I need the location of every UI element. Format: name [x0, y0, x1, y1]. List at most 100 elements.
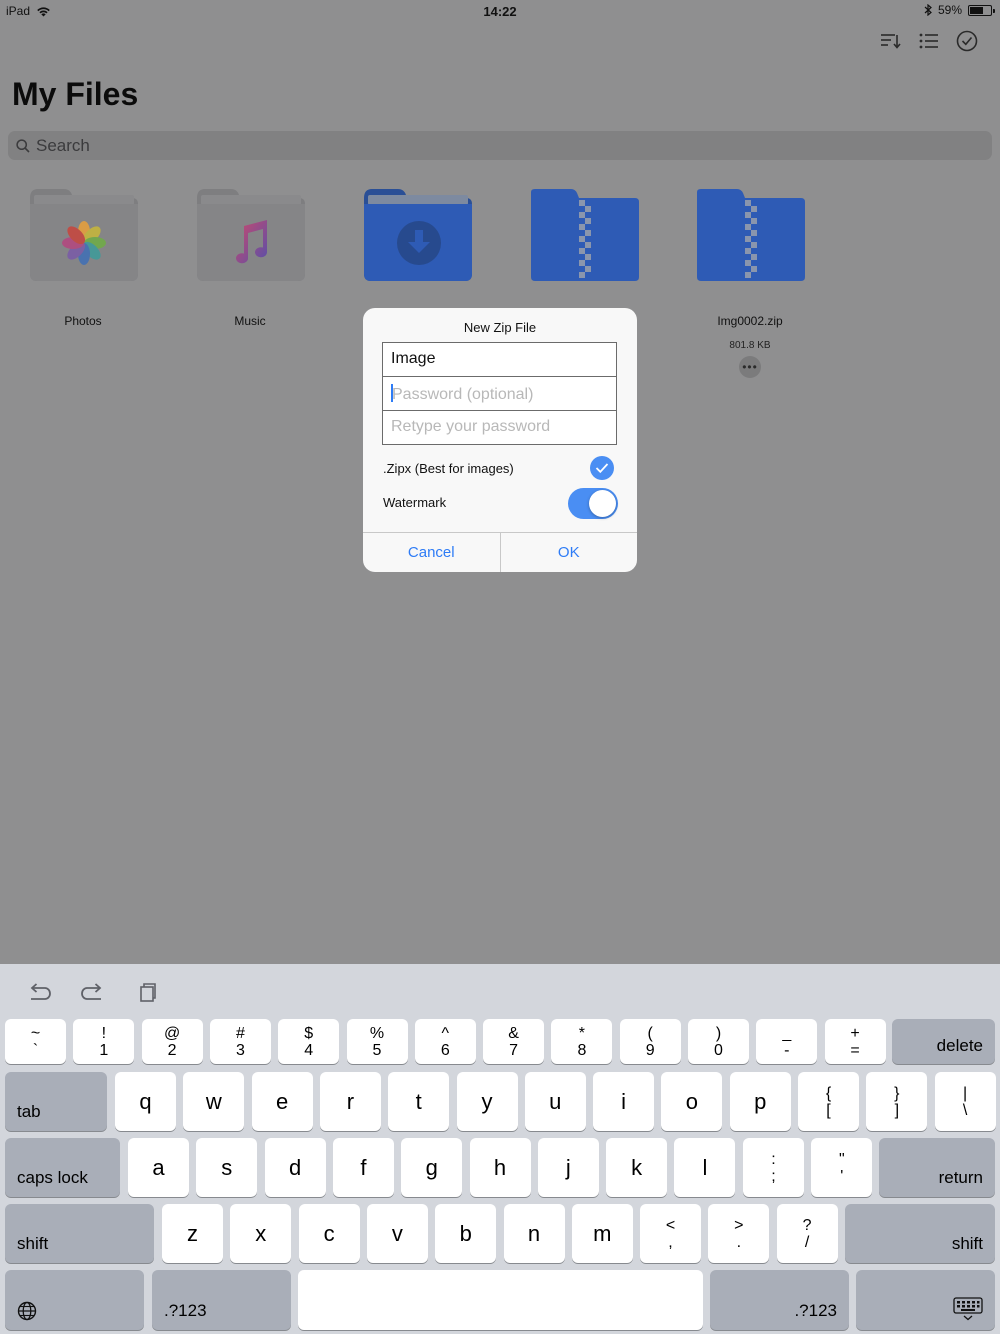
numbers-key-left[interactable]: .?123 — [152, 1270, 291, 1330]
more-options-button[interactable]: ••• — [739, 356, 761, 378]
zip-name-input[interactable]: Image — [382, 342, 617, 377]
ok-button[interactable]: OK — [499, 533, 638, 572]
retype-password-input[interactable]: Retype your password — [382, 410, 617, 445]
sort-button[interactable] — [880, 30, 902, 52]
key-y[interactable]: y — [456, 1072, 518, 1131]
key-x[interactable]: x — [230, 1204, 292, 1263]
key-a[interactable]: a — [128, 1138, 189, 1197]
key-j[interactable]: j — [537, 1138, 599, 1197]
key-n[interactable]: n — [503, 1204, 565, 1263]
toggle-knob — [589, 490, 616, 517]
file-item-downloads[interactable] — [357, 186, 477, 314]
key-8[interactable]: * 8 — [551, 1019, 613, 1064]
key-lower-glyph: ] — [894, 1101, 900, 1119]
key-o[interactable]: o — [661, 1072, 723, 1131]
shift-key-left[interactable]: shift — [5, 1204, 154, 1263]
folder-icon — [193, 186, 307, 282]
file-size: 801.8 KB — [729, 340, 771, 351]
key-punct-1[interactable]: " ' — [811, 1138, 873, 1197]
return-key[interactable]: return — [879, 1138, 995, 1197]
file-item-music[interactable]: Music — [190, 186, 310, 328]
key-1[interactable]: ! 1 — [73, 1019, 135, 1064]
key-lower-glyph: 7 — [509, 1041, 519, 1059]
key-p[interactable]: p — [729, 1072, 791, 1131]
page-title: My Files — [12, 76, 139, 112]
key-f[interactable]: f — [332, 1138, 394, 1197]
key-c[interactable]: c — [298, 1204, 360, 1263]
list-view-button[interactable] — [918, 30, 940, 52]
key-7[interactable]: & 7 — [483, 1019, 545, 1064]
zipx-option-label: .Zipx (Best for images) — [383, 461, 514, 476]
key-lower-glyph: 8 — [577, 1041, 587, 1059]
retype-placeholder: Retype your password — [391, 418, 551, 435]
key-sym-0[interactable]: {[ — [798, 1072, 859, 1131]
key-m[interactable]: m — [571, 1204, 633, 1263]
key-s[interactable]: s — [196, 1138, 258, 1197]
tab-key[interactable]: tab — [5, 1072, 107, 1131]
redo-button[interactable] — [80, 981, 106, 1003]
list-icon — [919, 33, 938, 49]
key-punct2-1[interactable]: >. — [708, 1204, 770, 1263]
key-4[interactable]: $4 — [278, 1019, 340, 1064]
key-6[interactable]: ^ 6 — [414, 1019, 476, 1064]
key-=[interactable]: + = — [824, 1019, 886, 1064]
key-e[interactable]: e — [251, 1072, 313, 1131]
key-0[interactable]: ) 0 — [688, 1019, 749, 1064]
key-punct2-2[interactable]: ? / — [776, 1204, 838, 1263]
shift-key-right[interactable]: shift — [845, 1204, 995, 1263]
key-sym-2[interactable]: | \ — [934, 1072, 996, 1131]
key-b[interactable]: b — [435, 1204, 497, 1263]
key-w[interactable]: w — [183, 1072, 245, 1131]
key-t[interactable]: t — [388, 1072, 450, 1131]
delete-key[interactable]: delete — [892, 1019, 995, 1064]
new-zip-dialog: New Zip File Image Password (optional) R… — [363, 308, 637, 572]
key-v[interactable]: v — [366, 1204, 428, 1263]
photos-app-icon — [62, 221, 106, 265]
key-`[interactable]: ~ ` — [5, 1019, 66, 1064]
key-2[interactable]: @2 — [141, 1019, 203, 1064]
file-name: Music — [234, 314, 266, 328]
cancel-button[interactable]: Cancel — [363, 533, 500, 572]
search-bar[interactable]: Search — [8, 131, 992, 160]
key-upper-glyph: | — [963, 1084, 968, 1102]
key-d[interactable]: d — [264, 1138, 326, 1197]
undo-button[interactable] — [26, 981, 52, 1003]
dismiss-keyboard-key[interactable] — [856, 1270, 995, 1330]
battery-percent: 59% — [937, 3, 962, 17]
key-upper-glyph: ( — [647, 1024, 653, 1042]
key-lower-glyph: 4 — [304, 1041, 314, 1059]
zipx-checkbox[interactable] — [590, 456, 614, 480]
key-punct2-0[interactable]: <, — [640, 1204, 701, 1263]
key-i[interactable]: i — [593, 1072, 655, 1131]
key-sym-1[interactable]: }] — [866, 1072, 928, 1131]
space-key[interactable] — [298, 1270, 703, 1330]
globe-key[interactable] — [5, 1270, 144, 1330]
key-u[interactable]: u — [524, 1072, 586, 1131]
key-h[interactable]: h — [469, 1138, 531, 1197]
select-button[interactable] — [956, 30, 978, 52]
key-3[interactable]: #3 — [209, 1019, 271, 1064]
file-item-photos[interactable]: Photos — [23, 186, 143, 328]
key-g[interactable]: g — [401, 1138, 463, 1197]
key--[interactable]: _ - — [756, 1019, 818, 1064]
key-q[interactable]: q — [115, 1072, 176, 1131]
checkmark-circle-icon — [956, 30, 978, 52]
key-l[interactable]: l — [674, 1138, 736, 1197]
key-z[interactable]: z — [162, 1204, 223, 1263]
file-item-img0002[interactable]: Img0002.zip 801.8 KB ••• — [690, 186, 810, 378]
key-punct-0[interactable]: :; — [743, 1138, 804, 1197]
key-k[interactable]: k — [606, 1138, 668, 1197]
caps-lock-key[interactable]: caps lock — [5, 1138, 120, 1197]
keyboard-shortcut-bar — [26, 981, 160, 1003]
watermark-toggle[interactable] — [568, 488, 618, 519]
key-upper-glyph: ! — [101, 1024, 107, 1042]
paste-button[interactable] — [134, 981, 160, 1003]
status-bar: iPad 14:22 59% — [0, 0, 1000, 22]
numbers-key-right[interactable]: .?123 — [710, 1270, 849, 1330]
key-upper-glyph: * — [578, 1024, 585, 1042]
file-item-zip-1[interactable] — [524, 186, 644, 314]
key-5[interactable]: % 5 — [346, 1019, 408, 1064]
password-input[interactable]: Password (optional) — [382, 376, 617, 411]
key-r[interactable]: r — [319, 1072, 381, 1131]
key-9[interactable]: (9 — [619, 1019, 681, 1064]
